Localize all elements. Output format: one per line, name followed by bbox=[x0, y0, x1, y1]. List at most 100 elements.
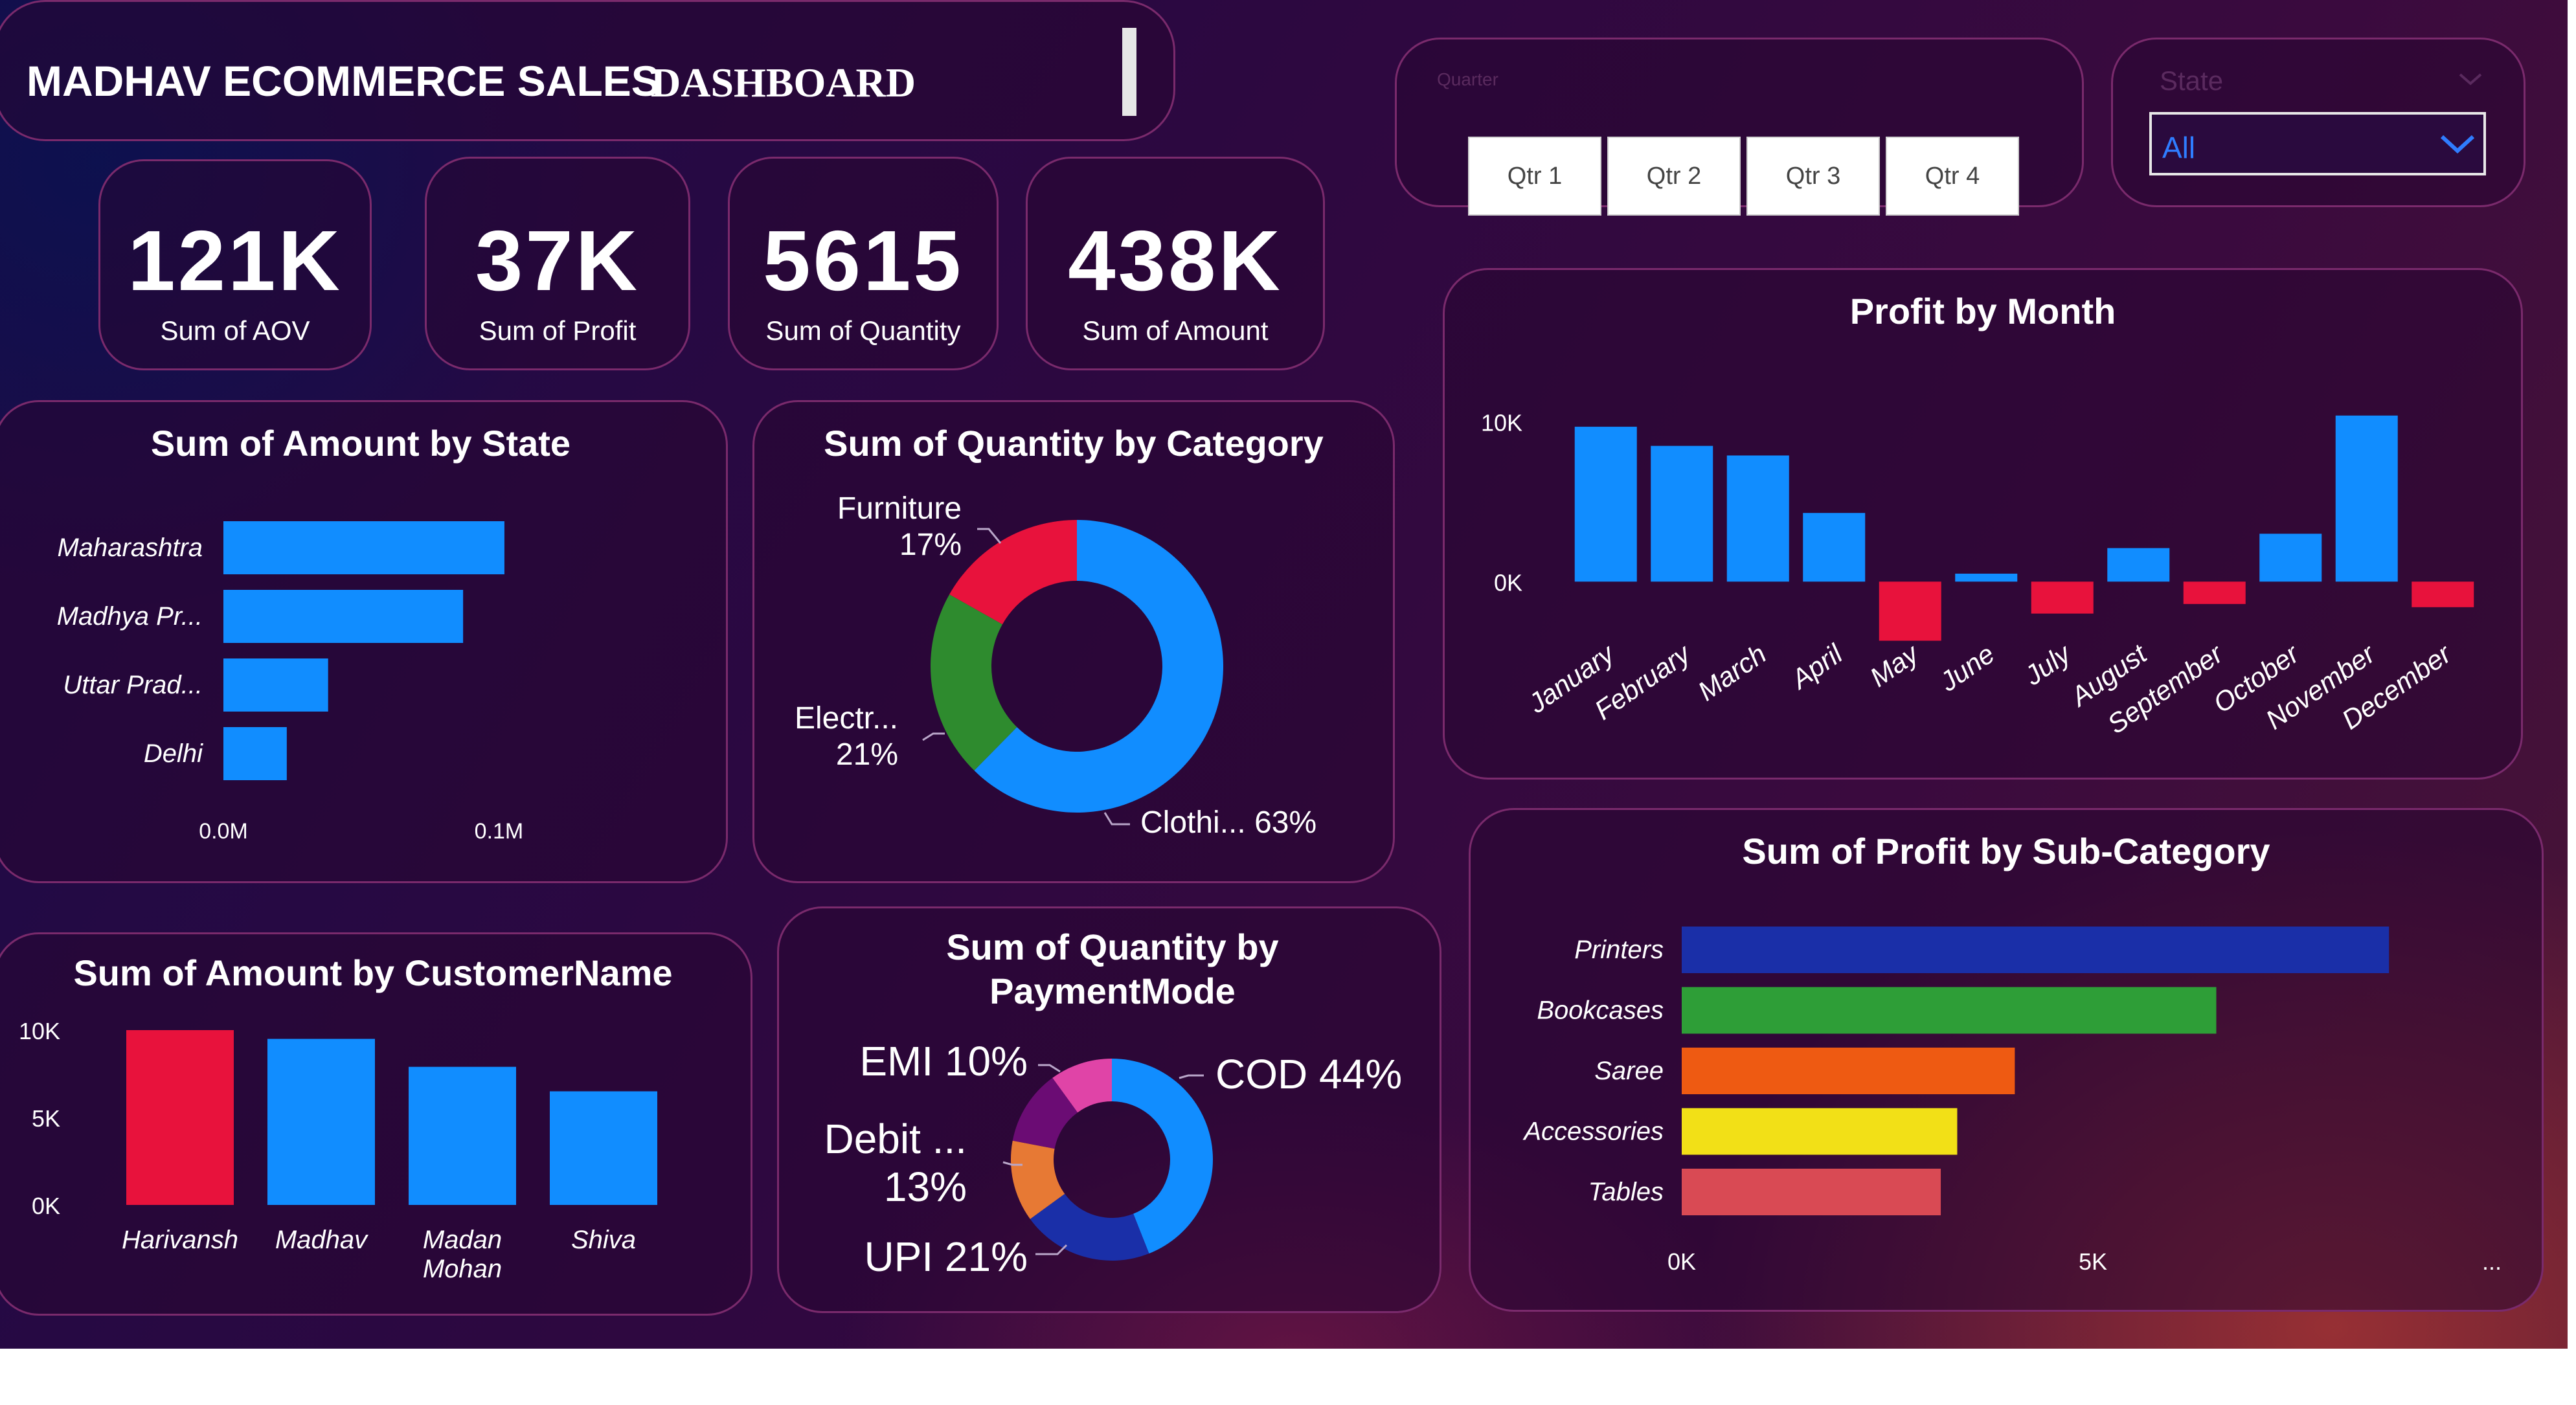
page-title-serif: DASHBOARD bbox=[651, 60, 916, 106]
bar bbox=[2031, 581, 2094, 614]
bar bbox=[1879, 581, 1941, 641]
dashboard-canvas: MADHAV ECOMMERCE SALES DASHBOARD 121K Su… bbox=[0, 0, 2568, 1349]
amount-by-customer-chart: 0K 5K 10K Harivansh Madhav MadanMohan Shiva bbox=[19, 1018, 657, 1283]
category-label: Accessories bbox=[1522, 1118, 1664, 1146]
amount-by-state-card: Sum of Amount by State Maharashtra Madhya… bbox=[0, 400, 728, 883]
quarter-button-q1[interactable]: Qtr 1 bbox=[1468, 137, 1601, 216]
leader-line bbox=[977, 528, 1002, 544]
slice-label: Debit ... bbox=[824, 1116, 967, 1162]
slice-label: UPI 21% bbox=[864, 1233, 1028, 1280]
category-label: Maharashtra bbox=[57, 534, 203, 562]
chevron-down-icon bbox=[2440, 135, 2475, 154]
bar bbox=[1682, 1169, 1941, 1215]
tick-label: 5K bbox=[2079, 1248, 2107, 1275]
category-label: March bbox=[1692, 638, 1772, 706]
slice-label: EMI 10% bbox=[859, 1038, 1028, 1085]
amount-by-customer-card: Sum of Amount by CustomerName 0K 5K 10K Har… bbox=[0, 932, 752, 1316]
kpi-card-aov: 121K Sum of AOV bbox=[98, 159, 372, 370]
kpi-value: 37K bbox=[475, 213, 640, 308]
amount-by-state-chart: Maharashtra Madhya Pr... Uttar Prad... Delh… bbox=[57, 521, 523, 844]
category-label: Harivansh bbox=[122, 1226, 238, 1254]
kpi-value: 121K bbox=[128, 213, 343, 308]
leader-line bbox=[1179, 1074, 1204, 1079]
state-slicer: State All bbox=[2111, 38, 2525, 207]
slice-label: Electr... bbox=[795, 701, 898, 736]
quarter-slicer: Quarter Qtr 1 Qtr 2 Qtr 3 Qtr 4 bbox=[1395, 38, 2084, 216]
kpi-label: Sum of Quantity bbox=[765, 315, 961, 346]
tick-label: 10K bbox=[19, 1018, 60, 1044]
bar bbox=[550, 1091, 657, 1205]
bar bbox=[1574, 427, 1637, 582]
category-label: Delhi bbox=[144, 739, 203, 768]
category-label: July bbox=[2018, 637, 2077, 691]
leader-line bbox=[922, 732, 945, 741]
category-label: May bbox=[1864, 637, 1925, 693]
bar bbox=[223, 658, 328, 712]
kpi-card-profit: 37K Sum of Profit bbox=[425, 157, 690, 370]
quantity-by-category-card: Sum of Quantity by Category Clothi... 63… bbox=[752, 400, 1395, 883]
quantity-by-category-chart: Clothi... 63% Electr...21% Furniture17% bbox=[795, 491, 1316, 840]
category-label: April bbox=[1784, 638, 1849, 695]
leader-line bbox=[1103, 812, 1130, 826]
bar bbox=[223, 590, 464, 643]
category-label: Madan bbox=[423, 1226, 502, 1254]
bar bbox=[2412, 581, 2474, 607]
header-card: MADHAV ECOMMERCE SALES DASHBOARD bbox=[0, 0, 1175, 141]
state-dropdown-value: All bbox=[2162, 131, 2196, 164]
category-label: June bbox=[1934, 638, 2000, 697]
bar bbox=[409, 1066, 516, 1205]
profit-by-subcategory-chart: Printers Bookcases Saree Accessories Tables 0… bbox=[1522, 927, 2502, 1275]
tick-label: 0K bbox=[1494, 569, 1522, 596]
bar bbox=[2259, 534, 2322, 582]
bar bbox=[223, 727, 287, 780]
category-label: Mohan bbox=[423, 1255, 502, 1283]
kpi-value: 438K bbox=[1068, 213, 1283, 308]
category-label: Uttar Prad... bbox=[63, 671, 203, 699]
slice-label: Furniture bbox=[837, 491, 962, 526]
quarter-button-q4[interactable]: Qtr 4 bbox=[1886, 137, 2019, 216]
quarter-button-q3[interactable]: Qtr 3 bbox=[1746, 137, 1880, 216]
bar bbox=[223, 521, 504, 574]
category-label: Bookcases bbox=[1537, 996, 1664, 1025]
kpi-value: 5615 bbox=[763, 213, 964, 308]
state-slicer-label: State bbox=[2160, 65, 2224, 96]
page-title: MADHAV ECOMMERCE SALES bbox=[27, 57, 660, 105]
category-label: Madhav bbox=[275, 1226, 368, 1254]
quantity-by-paymentmode-chart: COD 44% EMI 10% Debit ...13% UPI 21% bbox=[824, 1038, 1402, 1280]
bar bbox=[1803, 513, 1866, 582]
bar bbox=[2107, 548, 2170, 582]
tick-label: 5K bbox=[32, 1105, 60, 1132]
profit-by-month-card: Profit by Month 0K 10K January February Marc… bbox=[1443, 268, 2523, 780]
kpi-card-amount: 438K Sum of Amount bbox=[1026, 157, 1325, 370]
leader-line bbox=[1038, 1064, 1061, 1073]
quarter-slicer-label: Quarter bbox=[1437, 69, 1498, 89]
category-label: Printers bbox=[1574, 936, 1664, 964]
bar bbox=[1955, 574, 2018, 582]
category-label: Shiva bbox=[571, 1226, 636, 1254]
header-divider bbox=[1122, 28, 1136, 116]
tick-label: 10K bbox=[1481, 410, 1522, 436]
state-dropdown[interactable]: All bbox=[2149, 112, 2486, 175]
tick-label: 0K bbox=[32, 1193, 60, 1219]
bar bbox=[126, 1030, 234, 1205]
slice-label: 21% bbox=[836, 737, 898, 772]
chevron-down-icon[interactable] bbox=[2457, 72, 2483, 87]
kpi-label: Sum of Profit bbox=[479, 315, 637, 346]
slice-label: 17% bbox=[899, 528, 962, 562]
bar bbox=[2335, 415, 2398, 582]
bar bbox=[1682, 1108, 1958, 1155]
bar bbox=[1682, 987, 2217, 1034]
category-label: Tables bbox=[1588, 1178, 1664, 1206]
slice-label: COD 44% bbox=[1215, 1051, 1402, 1097]
bar bbox=[1682, 1048, 2015, 1094]
bar bbox=[2183, 581, 2246, 604]
profit-by-month-chart: 0K10KJanuaryFebruaryMarch April May June Jul… bbox=[1481, 410, 2474, 739]
tick-label: 0K bbox=[1667, 1248, 1696, 1275]
quarter-button-q2[interactable]: Qtr 2 bbox=[1607, 137, 1741, 216]
bar bbox=[267, 1039, 375, 1205]
kpi-label: Sum of Amount bbox=[1082, 315, 1269, 346]
more-options-label: ... bbox=[2482, 1248, 2502, 1275]
kpi-label: Sum of AOV bbox=[160, 315, 310, 346]
slice-label: Clothi... 63% bbox=[1140, 805, 1316, 840]
category-label: Madhya Pr... bbox=[57, 602, 203, 631]
